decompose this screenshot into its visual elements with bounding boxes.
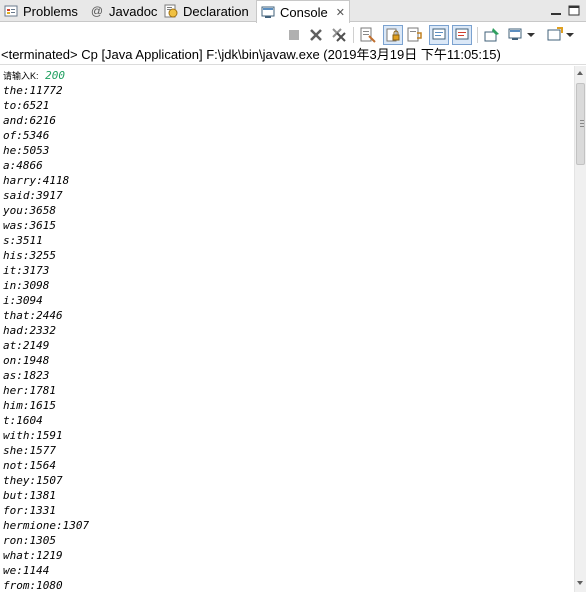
console-line: the:11772 (3, 84, 63, 97)
maximize-icon[interactable] (567, 4, 581, 18)
problems-icon (4, 4, 18, 18)
tab-console[interactable]: Console ✕ (256, 0, 350, 23)
prompt-input-value: 200 (45, 69, 66, 82)
console-line: hermione:1307 (3, 519, 90, 532)
console-line: that:2446 (3, 309, 63, 322)
prompt-label: 请输入K: (3, 71, 39, 81)
console-line: a:4866 (3, 159, 43, 172)
console-line: and:6216 (3, 114, 56, 127)
minimize-icon[interactable] (549, 4, 563, 18)
console-line: had:2332 (3, 324, 56, 337)
open-console-icon[interactable] (547, 27, 563, 43)
scrollbar-thumb[interactable] (576, 83, 585, 165)
input-prompt: 请输入K: 200 (3, 68, 65, 83)
console-icon (261, 5, 275, 19)
display-console-icon[interactable] (508, 27, 524, 43)
console-line: was:3615 (3, 219, 56, 232)
console-line: i:3094 (3, 294, 43, 307)
console-line: but:1381 (3, 489, 56, 502)
word-wrap-icon[interactable] (407, 27, 423, 43)
tab-javadoc[interactable]: @ Javadoc (90, 0, 158, 22)
console-line: in:3098 (3, 279, 50, 292)
console-line: harry:4118 (3, 174, 70, 187)
console-line: said:3917 (3, 189, 63, 202)
show-on-stdout-icon[interactable] (429, 25, 449, 45)
console-line: at:2149 (3, 339, 50, 352)
remove-launch-icon[interactable] (308, 27, 324, 43)
console-line: from:1080 (3, 579, 63, 592)
chevron-down-icon[interactable] (565, 27, 575, 43)
tab-declaration[interactable]: Declaration (164, 0, 249, 22)
terminate-icon[interactable] (286, 27, 302, 43)
console-line: what:1219 (3, 549, 63, 562)
tab-problems[interactable]: Problems (4, 0, 78, 22)
vertical-scrollbar[interactable] (574, 66, 586, 592)
console-line: his:3255 (3, 249, 56, 262)
clear-console-icon[interactable] (360, 27, 376, 43)
console-line: with:1591 (3, 429, 63, 442)
console-line: s:3511 (3, 234, 43, 247)
console-line: her:1781 (3, 384, 56, 397)
console-line: as:1823 (3, 369, 50, 382)
console-line: they:1507 (3, 474, 63, 487)
console-line: not:1564 (3, 459, 56, 472)
tab-label: Problems (23, 3, 78, 19)
tab-label: Javadoc (109, 3, 158, 19)
console-line: of:5346 (3, 129, 50, 142)
scroll-down-arrow-icon[interactable] (577, 581, 583, 585)
console-line: ron:1305 (3, 534, 56, 547)
declaration-icon (164, 4, 178, 18)
remove-all-terminated-icon[interactable] (331, 27, 347, 43)
at-sign-icon: @ (90, 4, 104, 18)
scroll-up-arrow-icon[interactable] (577, 71, 583, 75)
console-line: we:1144 (3, 564, 50, 577)
console-toolbar (280, 24, 586, 46)
console-output[interactable]: 请输入K: 200 the:11772 to:6521 and:6216 of:534… (0, 66, 574, 592)
chevron-down-icon[interactable] (526, 27, 536, 43)
tab-label: Console (280, 4, 328, 20)
show-on-stderr-icon[interactable] (452, 25, 472, 45)
console-line: it:3173 (3, 264, 50, 277)
tab-label: Declaration (183, 3, 249, 19)
console-line: him:1615 (3, 399, 56, 412)
console-line: she:1577 (3, 444, 56, 457)
console-line: you:3658 (3, 204, 56, 217)
close-icon[interactable]: ✕ (336, 6, 345, 19)
console-status-line: <terminated> Cp [Java Application] F:\jd… (0, 45, 586, 65)
console-line: t:1604 (3, 414, 43, 427)
pin-console-icon[interactable] (484, 27, 500, 43)
console-line: for:1331 (3, 504, 56, 517)
view-tab-bar: Problems @ Javadoc Declaration Console ✕ (0, 0, 586, 23)
scroll-lock-icon[interactable] (383, 25, 403, 45)
console-line: on:1948 (3, 354, 50, 367)
console-line: he:5053 (3, 144, 50, 157)
console-line: to:6521 (3, 99, 50, 112)
